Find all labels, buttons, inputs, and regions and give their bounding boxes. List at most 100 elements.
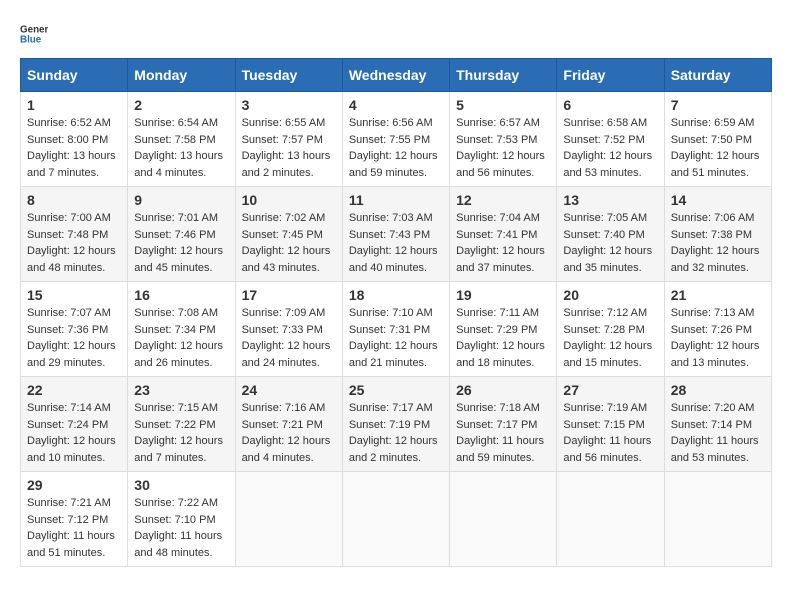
day-info: Sunrise: 6:59 AM Sunset: 7:50 PM Dayligh…: [671, 115, 765, 181]
day-number: 6: [563, 97, 657, 113]
day-info: Sunrise: 7:18 AM Sunset: 7:17 PM Dayligh…: [456, 400, 550, 466]
sunset-label: Sunset: 7:29 PM: [456, 324, 537, 336]
calendar-cell: 9 Sunrise: 7:01 AM Sunset: 7:46 PM Dayli…: [128, 187, 235, 282]
calendar-cell: 17 Sunrise: 7:09 AM Sunset: 7:33 PM Dayl…: [235, 282, 342, 377]
calendar-cell: 12 Sunrise: 7:04 AM Sunset: 7:41 PM Dayl…: [450, 187, 557, 282]
sunset-label: Sunset: 7:38 PM: [671, 229, 752, 241]
day-info: Sunrise: 7:10 AM Sunset: 7:31 PM Dayligh…: [349, 305, 443, 371]
calendar-cell: 15 Sunrise: 7:07 AM Sunset: 7:36 PM Dayl…: [21, 282, 128, 377]
sunrise-label: Sunrise: 7:21 AM: [27, 497, 111, 509]
calendar-week-row: 15 Sunrise: 7:07 AM Sunset: 7:36 PM Dayl…: [21, 282, 772, 377]
daylight-label: Daylight: 11 hours and 59 minutes.: [456, 435, 544, 464]
day-info: Sunrise: 7:13 AM Sunset: 7:26 PM Dayligh…: [671, 305, 765, 371]
weekday-header: Tuesday: [235, 59, 342, 92]
weekday-header: Wednesday: [342, 59, 449, 92]
sunrise-label: Sunrise: 7:09 AM: [242, 307, 326, 319]
day-number: 26: [456, 382, 550, 398]
sunset-label: Sunset: 7:34 PM: [134, 324, 215, 336]
sunrise-label: Sunrise: 6:52 AM: [27, 117, 111, 129]
daylight-label: Daylight: 11 hours and 51 minutes.: [27, 530, 115, 559]
sunrise-label: Sunrise: 7:15 AM: [134, 402, 218, 414]
sunset-label: Sunset: 7:17 PM: [456, 419, 537, 431]
calendar-cell: 6 Sunrise: 6:58 AM Sunset: 7:52 PM Dayli…: [557, 92, 664, 187]
daylight-label: Daylight: 12 hours and 48 minutes.: [27, 245, 116, 274]
day-info: Sunrise: 7:17 AM Sunset: 7:19 PM Dayligh…: [349, 400, 443, 466]
calendar-cell: 22 Sunrise: 7:14 AM Sunset: 7:24 PM Dayl…: [21, 377, 128, 472]
daylight-label: Daylight: 13 hours and 4 minutes.: [134, 150, 223, 179]
sunset-label: Sunset: 7:48 PM: [27, 229, 108, 241]
day-info: Sunrise: 7:06 AM Sunset: 7:38 PM Dayligh…: [671, 210, 765, 276]
calendar-cell: 3 Sunrise: 6:55 AM Sunset: 7:57 PM Dayli…: [235, 92, 342, 187]
daylight-label: Daylight: 12 hours and 21 minutes.: [349, 340, 438, 369]
daylight-label: Daylight: 12 hours and 15 minutes.: [563, 340, 652, 369]
sunset-label: Sunset: 7:10 PM: [134, 514, 215, 526]
sunset-label: Sunset: 8:00 PM: [27, 134, 108, 146]
day-number: 2: [134, 97, 228, 113]
day-info: Sunrise: 7:07 AM Sunset: 7:36 PM Dayligh…: [27, 305, 121, 371]
day-number: 13: [563, 192, 657, 208]
sunrise-label: Sunrise: 7:06 AM: [671, 212, 755, 224]
daylight-label: Daylight: 11 hours and 56 minutes.: [563, 435, 651, 464]
weekday-header-row: SundayMondayTuesdayWednesdayThursdayFrid…: [21, 59, 772, 92]
calendar-cell: 7 Sunrise: 6:59 AM Sunset: 7:50 PM Dayli…: [664, 92, 771, 187]
day-info: Sunrise: 7:05 AM Sunset: 7:40 PM Dayligh…: [563, 210, 657, 276]
day-number: 9: [134, 192, 228, 208]
calendar-cell: 8 Sunrise: 7:00 AM Sunset: 7:48 PM Dayli…: [21, 187, 128, 282]
weekday-header: Sunday: [21, 59, 128, 92]
sunrise-label: Sunrise: 7:05 AM: [563, 212, 647, 224]
calendar-cell: 29 Sunrise: 7:21 AM Sunset: 7:12 PM Dayl…: [21, 472, 128, 567]
sunset-label: Sunset: 7:43 PM: [349, 229, 430, 241]
day-number: 12: [456, 192, 550, 208]
sunset-label: Sunset: 7:58 PM: [134, 134, 215, 146]
sunset-label: Sunset: 7:26 PM: [671, 324, 752, 336]
sunrise-label: Sunrise: 7:13 AM: [671, 307, 755, 319]
calendar-cell: 21 Sunrise: 7:13 AM Sunset: 7:26 PM Dayl…: [664, 282, 771, 377]
day-info: Sunrise: 7:20 AM Sunset: 7:14 PM Dayligh…: [671, 400, 765, 466]
daylight-label: Daylight: 12 hours and 24 minutes.: [242, 340, 331, 369]
sunset-label: Sunset: 7:55 PM: [349, 134, 430, 146]
sunset-label: Sunset: 7:52 PM: [563, 134, 644, 146]
calendar: SundayMondayTuesdayWednesdayThursdayFrid…: [20, 58, 772, 567]
sunrise-label: Sunrise: 7:16 AM: [242, 402, 326, 414]
logo: GeneralBlue: [20, 20, 48, 48]
day-info: Sunrise: 7:08 AM Sunset: 7:34 PM Dayligh…: [134, 305, 228, 371]
day-info: Sunrise: 6:55 AM Sunset: 7:57 PM Dayligh…: [242, 115, 336, 181]
sunrise-label: Sunrise: 6:54 AM: [134, 117, 218, 129]
day-info: Sunrise: 7:16 AM Sunset: 7:21 PM Dayligh…: [242, 400, 336, 466]
daylight-label: Daylight: 12 hours and 7 minutes.: [134, 435, 223, 464]
sunrise-label: Sunrise: 6:57 AM: [456, 117, 540, 129]
day-number: 3: [242, 97, 336, 113]
day-number: 7: [671, 97, 765, 113]
day-info: Sunrise: 7:19 AM Sunset: 7:15 PM Dayligh…: [563, 400, 657, 466]
day-number: 14: [671, 192, 765, 208]
day-info: Sunrise: 7:22 AM Sunset: 7:10 PM Dayligh…: [134, 495, 228, 561]
calendar-cell: 18 Sunrise: 7:10 AM Sunset: 7:31 PM Dayl…: [342, 282, 449, 377]
sunset-label: Sunset: 7:28 PM: [563, 324, 644, 336]
sunrise-label: Sunrise: 6:58 AM: [563, 117, 647, 129]
day-info: Sunrise: 7:21 AM Sunset: 7:12 PM Dayligh…: [27, 495, 121, 561]
calendar-cell: 10 Sunrise: 7:02 AM Sunset: 7:45 PM Dayl…: [235, 187, 342, 282]
calendar-cell: 25 Sunrise: 7:17 AM Sunset: 7:19 PM Dayl…: [342, 377, 449, 472]
sunset-label: Sunset: 7:50 PM: [671, 134, 752, 146]
sunrise-label: Sunrise: 7:17 AM: [349, 402, 433, 414]
header: GeneralBlue: [20, 20, 772, 48]
weekday-header: Monday: [128, 59, 235, 92]
calendar-cell: 26 Sunrise: 7:18 AM Sunset: 7:17 PM Dayl…: [450, 377, 557, 472]
calendar-cell: 2 Sunrise: 6:54 AM Sunset: 7:58 PM Dayli…: [128, 92, 235, 187]
calendar-cell: 24 Sunrise: 7:16 AM Sunset: 7:21 PM Dayl…: [235, 377, 342, 472]
calendar-cell: 4 Sunrise: 6:56 AM Sunset: 7:55 PM Dayli…: [342, 92, 449, 187]
calendar-cell: 11 Sunrise: 7:03 AM Sunset: 7:43 PM Dayl…: [342, 187, 449, 282]
sunset-label: Sunset: 7:45 PM: [242, 229, 323, 241]
sunset-label: Sunset: 7:15 PM: [563, 419, 644, 431]
day-number: 10: [242, 192, 336, 208]
calendar-cell: 28 Sunrise: 7:20 AM Sunset: 7:14 PM Dayl…: [664, 377, 771, 472]
sunset-label: Sunset: 7:53 PM: [456, 134, 537, 146]
daylight-label: Daylight: 12 hours and 32 minutes.: [671, 245, 760, 274]
weekday-header: Saturday: [664, 59, 771, 92]
sunset-label: Sunset: 7:22 PM: [134, 419, 215, 431]
daylight-label: Daylight: 12 hours and 59 minutes.: [349, 150, 438, 179]
sunset-label: Sunset: 7:41 PM: [456, 229, 537, 241]
sunrise-label: Sunrise: 6:55 AM: [242, 117, 326, 129]
sunrise-label: Sunrise: 7:03 AM: [349, 212, 433, 224]
calendar-week-row: 1 Sunrise: 6:52 AM Sunset: 8:00 PM Dayli…: [21, 92, 772, 187]
